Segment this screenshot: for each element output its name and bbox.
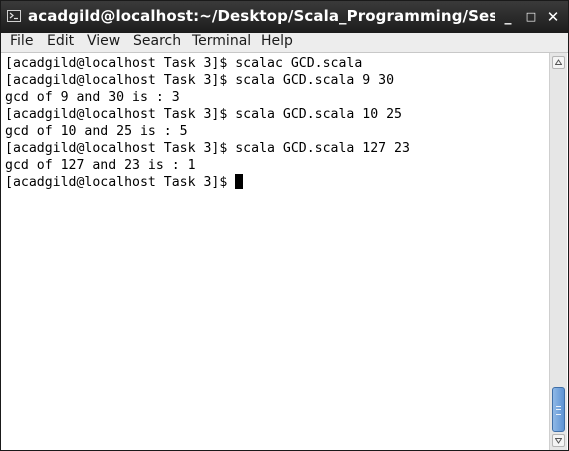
menu-bar: File Edit View Search Terminal Help [1,33,568,53]
title-bar[interactable]: acadgild@localhost:~/Desktop/Scala_Progr… [1,1,568,33]
prompt-line: [acadgild@localhost Task 3]$ [5,174,244,191]
menu-terminal[interactable]: Terminal [192,33,251,52]
minimize-button[interactable]: _ [499,7,517,27]
scroll-thumb[interactable] [552,387,565,432]
terminal-line: [acadgild@localhost Task 3]$ scala GCD.s… [5,73,395,88]
terminal-line: gcd of 127 and 23 is : 1 [5,158,196,173]
text-cursor [235,174,244,189]
arrow-down-icon[interactable] [552,434,565,447]
terminal-line: [acadgild@localhost Task 3]$ scalac GCD.… [5,56,363,71]
terminal-line: gcd of 9 and 30 is : 3 [5,90,180,105]
maximize-button[interactable]: □ [522,7,540,27]
prompt-text: [acadgild@localhost Task 3]$ [5,175,236,190]
arrow-up-icon[interactable] [552,56,565,69]
terminal-output[interactable]: [acadgild@localhost Task 3]$ scalac GCD.… [1,53,548,450]
close-button[interactable]: ✕ [544,7,562,27]
grip-icon [556,406,561,415]
window-title: acadgild@localhost:~/Desktop/Scala_Progr… [28,7,495,25]
terminal-window: acadgild@localhost:~/Desktop/Scala_Progr… [0,0,569,451]
terminal-line: [acadgild@localhost Task 3]$ scala GCD.s… [5,107,402,122]
vertical-scrollbar[interactable] [549,53,567,450]
terminal-line: [acadgild@localhost Task 3]$ scala GCD.s… [5,141,410,156]
menu-edit[interactable]: Edit [47,33,74,52]
terminal-line: gcd of 10 and 25 is : 5 [5,124,188,139]
menu-help[interactable]: Help [261,33,293,52]
terminal-icon [7,10,21,22]
menu-search[interactable]: Search [133,33,181,52]
menu-view[interactable]: View [87,33,120,52]
menu-file[interactable]: File [10,33,33,52]
